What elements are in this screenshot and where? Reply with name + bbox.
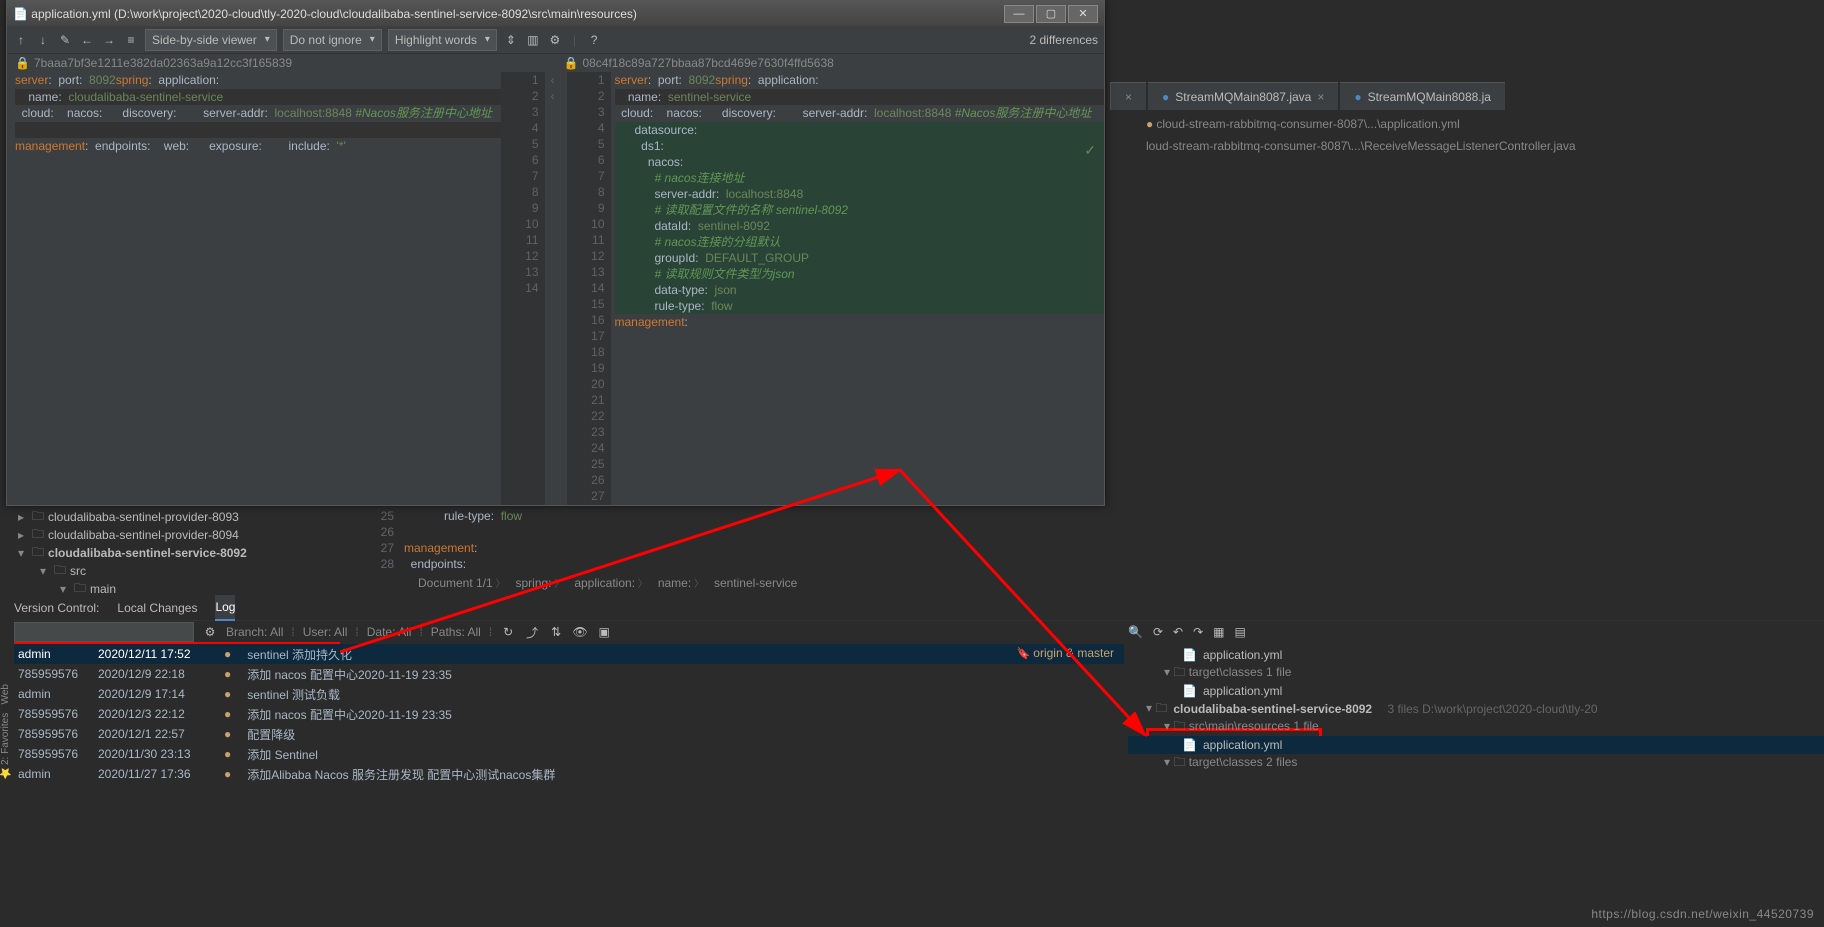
changed-file[interactable]: 📄 application.yml [1128, 682, 1824, 700]
diff-right-pane[interactable]: server: port: 8092spring: application: n… [611, 72, 1105, 505]
window-title: application.yml (D:\work\project\2020-cl… [31, 7, 637, 21]
editor-breadcrumb[interactable]: Document 1/1spring:application:name:sent… [418, 575, 797, 590]
list-icon[interactable]: ≡ [123, 32, 139, 48]
commit-list[interactable]: admin2020/12/11 17:52●sentinel 添加持久化7859… [14, 644, 1124, 784]
maximize-button[interactable]: ▢ [1036, 5, 1066, 23]
ok-icon: ✓ [1084, 142, 1096, 159]
vcs-toolbar: ⚙ Branch: All⁞ User: All⁞ Date: All⁞ Pat… [14, 620, 1124, 644]
back-icon[interactable]: ← [79, 32, 95, 48]
ignore-combo[interactable]: Do not ignore [283, 29, 382, 51]
window-titlebar[interactable]: 📄 application.yml (D:\work\project\2020-… [7, 1, 1104, 26]
arrow-up-icon[interactable]: ↑ [13, 32, 29, 48]
vcs-files-panel: 🔍 ⟳ ↶ ↷ ▦ ▤ 📄 application.yml▾ 🗀 target\… [1128, 620, 1824, 772]
lock-icon: 🔒 [564, 56, 579, 70]
diff-toolbar: ↑ ↓ ✎ ← → ≡ Side-by-side viewer Do not i… [7, 26, 1104, 54]
vcs-filter-input[interactable] [14, 622, 194, 642]
diff-window: 📄 application.yml (D:\work\project\2020-… [6, 0, 1105, 506]
minimize-button[interactable]: — [1004, 5, 1034, 23]
file-icon: 📄 [13, 7, 28, 21]
revision-bar: 🔒7baaa7bf3e1211e382da02363a9a12cc3f16583… [7, 54, 1104, 72]
side-favorites[interactable]: ⭐ 2: Favorites Web [0, 610, 11, 780]
close-button[interactable]: ✕ [1068, 5, 1098, 23]
project-tree[interactable]: ▸🗀cloudalibaba-sentinel-provider-8093 ▸🗀… [18, 508, 358, 598]
arrow-down-icon[interactable]: ↓ [35, 32, 51, 48]
search-icon[interactable]: 🔍 [1128, 625, 1143, 639]
refresh-icon[interactable]: ↻ [500, 624, 516, 640]
commit-row[interactable]: admin2020/12/9 17:14●sentinel 测试负载 [14, 684, 1124, 704]
collapse-icon[interactable]: ⇕ [503, 32, 519, 48]
diff-left-pane[interactable]: server: port: 8092spring: application: n… [7, 72, 501, 505]
commit-row[interactable]: 7859595762020/11/30 23:13●添加 Sentinel [14, 744, 1124, 764]
tab-log[interactable]: Log [215, 595, 235, 621]
collapse-icon[interactable]: ⟳ [1153, 625, 1163, 639]
changed-file[interactable]: 📄 application.yml [1128, 736, 1824, 754]
cherry-pick-icon[interactable]: ⤴ [524, 624, 540, 640]
close-icon[interactable]: × [1317, 90, 1324, 104]
lock-icon: 🔒 [15, 56, 30, 70]
help-icon[interactable]: ? [586, 32, 602, 48]
nav-bar-2: loud-stream-rabbitmq-consumer-8087\...\R… [1110, 135, 1576, 157]
commit-row[interactable]: 7859595762020/12/9 22:18●添加 nacos 配置中心20… [14, 664, 1124, 684]
tab-streammq8087[interactable]: ●StreamMQMain8087.java× [1148, 82, 1338, 110]
tab-streammq8088[interactable]: ●StreamMQMain8088.ja [1340, 82, 1505, 110]
editor-under: 25262728 rule-type: flow management: end… [360, 508, 522, 572]
vcs-tabs[interactable]: Version Control: Local Changes Log [14, 595, 1824, 621]
gear-icon[interactable]: ⚙ [547, 32, 563, 48]
branch-tag: 🔖 origin & master [1017, 646, 1114, 660]
editor-tabs: × ●StreamMQMain8087.java× ●StreamMQMain8… [1110, 82, 1505, 110]
highlight-combo[interactable]: Highlight words [388, 29, 497, 51]
commit-row[interactable]: 7859595762020/12/3 22:12●添加 nacos 配置中心20… [14, 704, 1124, 724]
sync-icon[interactable]: ▥ [525, 32, 541, 48]
changed-file[interactable]: 📄 application.yml [1128, 646, 1824, 664]
viewer-mode-combo[interactable]: Side-by-side viewer [145, 29, 277, 51]
commit-row[interactable]: admin2020/11/27 17:36●添加Alibaba Nacos 服务… [14, 764, 1124, 784]
edit-icon[interactable]: ✎ [57, 32, 73, 48]
tab-local-changes[interactable]: Local Changes [117, 601, 197, 615]
diff-count: 2 differences [1030, 33, 1099, 47]
commit-row[interactable]: admin2020/12/11 17:52●sentinel 添加持久化 [14, 644, 1124, 664]
gear-icon[interactable]: ⚙ [202, 624, 218, 640]
eye-icon[interactable]: 👁 [572, 624, 588, 640]
nav-bar-1: ● cloud-stream-rabbitmq-consumer-8087\..… [1110, 113, 1460, 135]
watermark: https://blog.csdn.net/weixin_44520739 [1591, 907, 1814, 921]
commit-row[interactable]: 7859595762020/12/1 22:57●配置降级 [14, 724, 1124, 744]
forward-icon[interactable]: → [101, 32, 117, 48]
